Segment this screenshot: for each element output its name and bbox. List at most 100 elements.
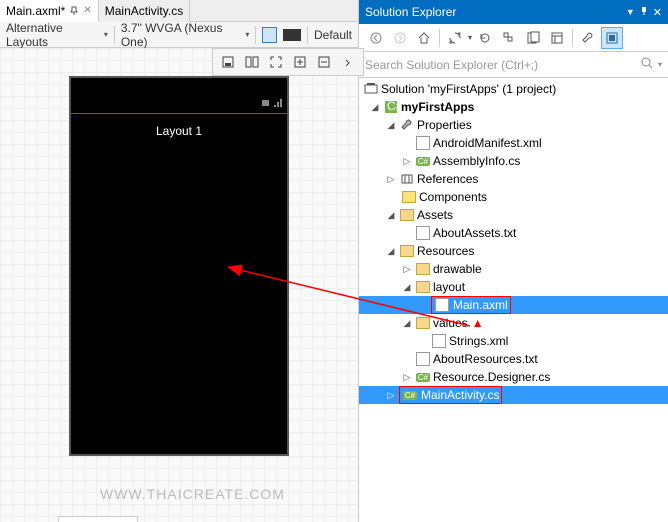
node-label: values: [433, 316, 468, 330]
properties-button[interactable]: [546, 27, 568, 49]
status-bar: [71, 78, 287, 114]
close-icon[interactable]: ✕: [653, 6, 662, 19]
collapse-all-button[interactable]: [498, 27, 520, 49]
tool-chevron[interactable]: [337, 51, 359, 73]
device-preview[interactable]: Layout 1: [69, 76, 289, 456]
tab-main-axml[interactable]: Main.axml* ✕: [0, 0, 99, 22]
node-label: Strings.xml: [449, 334, 508, 348]
tool-single-view[interactable]: [217, 51, 239, 73]
forward-button[interactable]: [389, 27, 411, 49]
solution-explorer-header: Solution Explorer ▼ ✕: [359, 0, 668, 24]
expand-icon[interactable]: ▷: [401, 155, 413, 167]
tab-label: MainActivity.cs: [105, 4, 183, 18]
expand-icon[interactable]: ◢: [401, 317, 413, 329]
node-label: Properties: [417, 118, 472, 132]
tab-main-activity[interactable]: MainActivity.cs: [99, 0, 190, 22]
node-label: Components: [419, 190, 487, 204]
panel-title: Solution Explorer: [365, 5, 456, 19]
csharp-icon: C#: [415, 153, 431, 169]
assemblyinfo-node[interactable]: ▷ C# AssemblyInfo.cs: [359, 152, 668, 170]
expand-icon[interactable]: ◢: [369, 101, 381, 113]
wrench-button[interactable]: [577, 27, 599, 49]
back-button[interactable]: [365, 27, 387, 49]
strings-xml-node[interactable]: Strings.xml: [359, 332, 668, 350]
expand-icon[interactable]: ◢: [401, 281, 413, 293]
bottom-tab[interactable]: [58, 516, 138, 522]
home-button[interactable]: [413, 27, 435, 49]
csharp-icon: C#: [415, 369, 431, 385]
node-label: myFirstApps: [401, 100, 474, 114]
resources-node[interactable]: ◢ Resources: [359, 242, 668, 260]
layout-node[interactable]: ◢ layout: [359, 278, 668, 296]
node-label: AboutAssets.txt: [433, 226, 516, 240]
tool-zoom-in[interactable]: [289, 51, 311, 73]
assets-node[interactable]: ◢ Assets: [359, 206, 668, 224]
drawable-node[interactable]: ▷ drawable: [359, 260, 668, 278]
node-label: Resources: [417, 244, 474, 258]
file-icon: [434, 297, 450, 313]
node-label: AssemblyInfo.cs: [433, 154, 520, 168]
values-node[interactable]: ◢ values ▲: [359, 314, 668, 332]
show-all-files-button[interactable]: [522, 27, 544, 49]
refresh-button[interactable]: [474, 27, 496, 49]
expand-icon[interactable]: ▷: [401, 263, 413, 275]
csharp-icon: C#: [402, 387, 418, 403]
tool-zoom-out[interactable]: [313, 51, 335, 73]
resource-designer-node[interactable]: ▷ C# Resource.Designer.cs: [359, 368, 668, 386]
folder-icon: [399, 207, 415, 223]
androidmanifest-node[interactable]: AndroidManifest.xml: [359, 134, 668, 152]
node-label: Solution 'myFirstApps' (1 project): [381, 82, 556, 96]
expand-icon[interactable]: ◢: [385, 119, 397, 131]
properties-node[interactable]: ◢ Properties: [359, 116, 668, 134]
sync-button[interactable]: [444, 27, 466, 49]
folder-icon: [401, 189, 417, 205]
solution-icon: [363, 81, 379, 97]
device-profile-dropdown[interactable]: 3.7" WVGA (Nexus One): [121, 21, 240, 49]
node-label: AboutResources.txt: [433, 352, 538, 366]
preview-button[interactable]: [601, 27, 623, 49]
main-activity-node[interactable]: ▷ C# MainActivity.cs: [359, 386, 668, 404]
pin-icon[interactable]: [69, 6, 79, 16]
expand-icon[interactable]: ▷: [385, 173, 397, 185]
chevron-down-icon[interactable]: ▾: [468, 33, 472, 42]
folder-icon: [399, 243, 415, 259]
expand-icon[interactable]: ◢: [385, 245, 397, 257]
node-label: Resource.Designer.cs: [433, 370, 550, 384]
file-icon: [415, 351, 431, 367]
search-icon[interactable]: [640, 56, 654, 73]
folder-icon: [415, 261, 431, 277]
svg-text:C#: C#: [387, 100, 398, 113]
file-icon: [415, 135, 431, 151]
search-input[interactable]: [365, 58, 636, 72]
pin-icon[interactable]: [639, 5, 649, 19]
theme-dropdown[interactable]: Default: [314, 28, 352, 42]
design-surface: Layout 1 WWW.THAICREATE.COM: [0, 48, 358, 522]
folder-icon: [415, 315, 431, 331]
close-icon[interactable]: ✕: [83, 5, 91, 16]
watermark: WWW.THAICREATE.COM: [100, 486, 285, 502]
references-icon: [399, 171, 415, 187]
search-bar[interactable]: ▾: [359, 52, 668, 78]
expand-icon[interactable]: ▷: [385, 389, 397, 401]
references-node[interactable]: ▷ References: [359, 170, 668, 188]
tool-fullscreen[interactable]: [265, 51, 287, 73]
alternative-layouts-dropdown[interactable]: Alternative Layouts: [6, 21, 98, 49]
aboutresources-node[interactable]: AboutResources.txt: [359, 350, 668, 368]
components-node[interactable]: Components: [359, 188, 668, 206]
project-node[interactable]: ◢ C# myFirstApps: [359, 98, 668, 116]
tool-split-view[interactable]: [241, 51, 263, 73]
signal-icon: [273, 97, 283, 111]
node-label: AndroidManifest.xml: [433, 136, 542, 150]
designer-toolbar: Alternative Layouts ▾ 3.7" WVGA (Nexus O…: [0, 22, 358, 48]
solution-node[interactable]: Solution 'myFirstApps' (1 project): [359, 80, 668, 98]
expand-icon[interactable]: ▷: [401, 371, 413, 383]
expand-icon[interactable]: ◢: [385, 209, 397, 221]
landscape-icon[interactable]: [283, 29, 301, 41]
portrait-icon[interactable]: [262, 27, 277, 43]
aboutassets-node[interactable]: AboutAssets.txt: [359, 224, 668, 242]
dropdown-icon[interactable]: ▼: [626, 7, 635, 17]
red-arrow-marker: ▲: [472, 316, 484, 330]
chevron-down-icon[interactable]: ▾: [658, 60, 662, 69]
wrench-icon: [399, 117, 415, 133]
main-axml-node[interactable]: Main.axml: [359, 296, 668, 314]
